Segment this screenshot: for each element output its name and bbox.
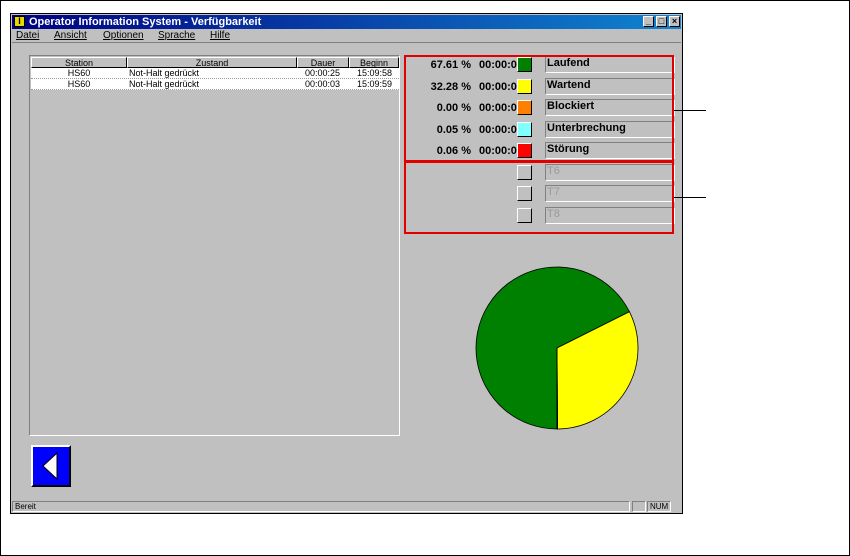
status-num: NUM xyxy=(647,501,671,512)
close-button[interactable]: × xyxy=(669,16,680,27)
col-dauer[interactable]: Dauer xyxy=(297,57,349,68)
frame-top xyxy=(0,0,850,1)
menu-hilfe[interactable]: Hilfe xyxy=(210,29,230,42)
app-icon: I xyxy=(14,16,25,27)
callout-line-1 xyxy=(674,110,706,111)
menu-optionen[interactable]: Optionen xyxy=(103,29,144,42)
menu-datei[interactable]: Datei xyxy=(16,29,39,42)
menu-separator xyxy=(12,42,681,43)
col-beginn[interactable]: Beginn xyxy=(349,57,399,68)
title-bar[interactable]: I Operator Information System - Verfügba… xyxy=(12,15,681,29)
back-button[interactable] xyxy=(31,445,71,487)
cell-station: HS60 xyxy=(67,79,91,89)
menu-bar: Datei Ansicht Optionen Sprache Hilfe xyxy=(12,29,681,42)
minimize-button[interactable]: _ xyxy=(643,16,654,27)
maximize-button[interactable]: □ xyxy=(656,16,667,27)
col-station[interactable]: Station xyxy=(31,57,127,68)
table-header: Station Zustand Dauer Beginn xyxy=(31,57,399,68)
highlight-box-states xyxy=(404,55,674,162)
cell-dauer: 00:00:03 xyxy=(305,79,341,89)
status-text: Bereit xyxy=(12,501,630,512)
menu-sprache[interactable]: Sprache xyxy=(158,29,195,42)
event-table: Station Zustand Dauer Beginn HS60 Not-Ha… xyxy=(31,57,399,90)
menu-ansicht[interactable]: Ansicht xyxy=(54,29,87,42)
table-row[interactable]: HS60 Not-Halt gedrückt 00:00:03 15:09:59 xyxy=(31,79,399,90)
highlight-box-extra xyxy=(404,161,674,234)
cell-beginn: 15:09:59 xyxy=(357,79,393,89)
col-zustand[interactable]: Zustand xyxy=(127,57,297,68)
arrow-left-icon xyxy=(42,451,58,481)
callout-line-2 xyxy=(674,197,706,198)
event-list-panel[interactable]: Station Zustand Dauer Beginn HS60 Not-Ha… xyxy=(29,55,400,436)
table-row[interactable]: HS60 Not-Halt gedrückt 00:00:25 15:09:58 xyxy=(31,68,399,79)
cell-zustand: Not-Halt gedrückt xyxy=(129,79,200,89)
cell-zustand: Not-Halt gedrückt xyxy=(129,68,200,78)
cell-beginn: 15:09:58 xyxy=(357,68,393,78)
window-title: Operator Information System - Verfügbark… xyxy=(29,16,262,28)
cell-dauer: 00:00:25 xyxy=(305,68,341,78)
availability-pie-chart xyxy=(475,266,639,430)
cell-station: HS60 xyxy=(67,68,91,78)
status-cell-empty xyxy=(632,501,646,512)
frame-left xyxy=(0,0,1,556)
status-bar: Bereit NUM xyxy=(12,501,681,512)
